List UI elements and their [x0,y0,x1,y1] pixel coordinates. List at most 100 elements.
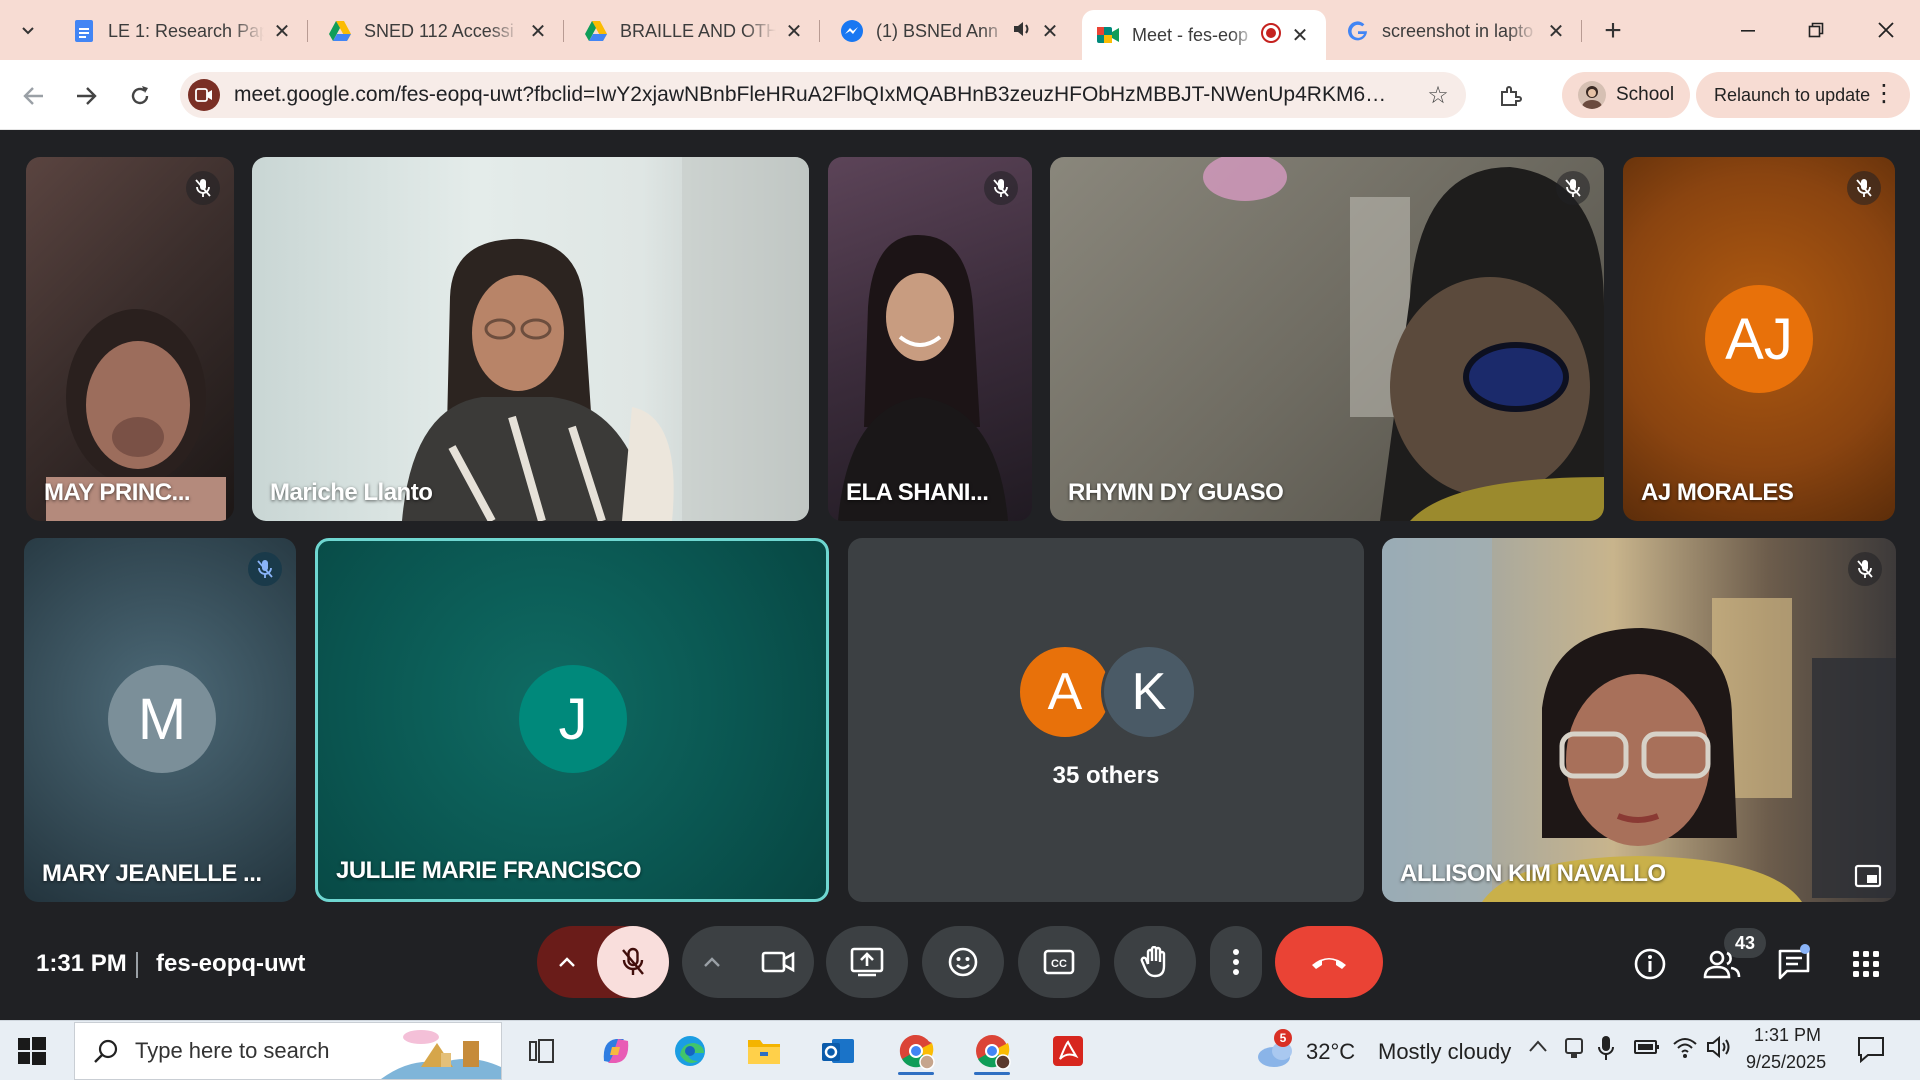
tab-search-button[interactable] [10,12,46,48]
bookmark-star-icon[interactable]: ☆ [1424,81,1452,109]
url-text[interactable]: meet.google.com/fes-eopq-uwt?fbclid=IwY2… [234,83,1394,107]
outlook-app[interactable] [810,1027,866,1075]
address-bar[interactable]: meet.google.com/fes-eopq-uwt?fbclid=IwY2… [180,72,1466,118]
browser-toolbar: meet.google.com/fes-eopq-uwt?fbclid=IwY2… [0,60,1920,130]
tab-drive-braille[interactable]: BRAILLE AND OTH ✕ [570,10,820,52]
tab-docs[interactable]: LE 1: Research Pap ✕ [58,10,308,52]
acrobat-app[interactable] [1040,1027,1096,1075]
arrow-left-icon [23,87,43,105]
new-tab-button[interactable]: + [1596,14,1630,48]
edge-app[interactable] [662,1027,718,1075]
battery-icon[interactable] [1634,1039,1660,1060]
mic-off-icon [993,179,1009,197]
more-options-button[interactable] [1210,926,1262,998]
relaunch-to-update-button[interactable]: Relaunch to update ⋮ [1696,72,1910,118]
chrome-icon [899,1034,935,1070]
participant-tile[interactable]: M MARY JEANELLE ... [24,538,296,902]
mic-off-indicator [1556,171,1590,205]
participant-name: MAY PRINC... [44,479,191,506]
tab-messenger[interactable]: (1) BSNEd Ann ✕ [826,10,1076,52]
present-screen-button[interactable] [826,926,908,998]
system-time[interactable]: 1:31 PM [1754,1025,1821,1046]
mic-off-indicator [1848,552,1882,586]
back-button[interactable] [14,76,54,116]
captions-button[interactable]: CC [1018,926,1100,998]
copilot-app[interactable] [588,1027,644,1075]
mic-off-icon [1856,179,1872,197]
participant-tile[interactable]: MAY PRINC... [26,157,234,521]
svg-text:CC: CC [1051,958,1067,970]
microphone-toggle-button[interactable] [597,926,669,998]
microphone-in-use-icon[interactable] [1598,1035,1614,1066]
camera-control-group [682,926,814,998]
video-options-button[interactable] [682,926,742,998]
participant-name: RHYMN DY GUASO [1068,479,1284,506]
participant-tile[interactable]: AJ AJ MORALES [1623,157,1895,521]
participant-video [838,235,1008,521]
speaker-icon[interactable] [1012,20,1032,43]
raise-hand-button[interactable] [1114,926,1196,998]
participant-video [1382,538,1896,902]
chrome-app[interactable] [888,1027,944,1075]
leave-call-button[interactable] [1275,926,1383,998]
task-view-icon [529,1039,554,1063]
participant-tile[interactable]: RHYMN DY GUASO [1050,157,1604,521]
camera-toggle-button[interactable] [742,926,814,998]
reactions-button[interactable] [922,926,1004,998]
more-vert-icon[interactable]: ⋮ [1872,82,1896,106]
participant-tile[interactable]: Mariche Llanto [252,157,809,521]
activities-button[interactable] [1844,942,1888,986]
participant-tile-active-speaker[interactable]: J JULLIE MARIE FRANCISCO [315,538,829,902]
tab-meet[interactable]: Meet - fes-eop ✕ [1082,10,1326,60]
chevron-down-icon [22,27,34,35]
close-icon [1878,22,1894,38]
weather-widget[interactable]: 5 [1254,1029,1298,1071]
audio-options-button[interactable] [537,926,597,998]
avatar: AJ [1705,285,1813,393]
chrome-profile-app[interactable] [964,1027,1020,1075]
mic-off-indicator [984,171,1018,205]
taskbar-search-box[interactable]: Type here to search [74,1022,502,1080]
notifications-button[interactable] [1856,1035,1886,1068]
google-drive-icon [584,19,608,43]
wifi-icon[interactable] [1672,1035,1698,1064]
search-placeholder: Type here to search [135,1038,330,1063]
restore-button[interactable] [1786,10,1846,50]
tab-google-search[interactable]: screenshot in lapto ✕ [1332,10,1582,52]
meet-now-icon[interactable] [1564,1037,1584,1064]
close-tab-icon[interactable]: ✕ [1544,19,1568,43]
participant-name: Mariche Llanto [270,479,433,506]
task-view-button[interactable] [514,1027,570,1075]
chat-button[interactable] [1772,942,1816,986]
participant-tile[interactable]: ELA SHANI... [828,157,1032,521]
mic-off-icon [622,947,644,975]
chevron-up-icon [704,957,720,967]
close-tab-icon[interactable]: ✕ [1288,23,1312,47]
close-tab-icon[interactable]: ✕ [270,19,294,43]
site-info-icon[interactable] [188,79,220,111]
meeting-details-button[interactable] [1628,942,1672,986]
meeting-time: 1:31 PM [36,950,127,977]
reload-button[interactable] [120,76,160,116]
tab-title: Meet - fes-eop [1132,24,1249,45]
forward-button[interactable] [66,76,106,116]
system-date[interactable]: 9/25/2025 [1746,1052,1826,1073]
profile-button[interactable]: School [1562,72,1690,118]
people-button[interactable] [1700,942,1744,986]
start-button[interactable] [14,1033,50,1069]
pdf-icon [1053,1036,1083,1066]
close-tab-icon[interactable]: ✕ [526,19,550,43]
extensions-button[interactable] [1490,76,1530,116]
close-tab-icon[interactable]: ✕ [782,19,806,43]
picture-in-picture-icon[interactable] [1854,864,1882,888]
close-tab-icon[interactable]: ✕ [1038,19,1062,43]
minimize-button[interactable] [1718,10,1778,50]
show-hidden-icons-button[interactable] [1528,1039,1548,1058]
volume-icon[interactable] [1706,1035,1732,1064]
participant-tile[interactable]: ALLISON KIM NAVALLO [1382,538,1896,902]
tab-title: SNED 112 Accessi [364,20,514,41]
file-explorer-app[interactable] [736,1027,792,1075]
close-window-button[interactable] [1856,10,1916,50]
tab-drive-sned[interactable]: SNED 112 Accessi ✕ [314,10,564,52]
others-tile[interactable]: A K 35 others [848,538,1364,902]
